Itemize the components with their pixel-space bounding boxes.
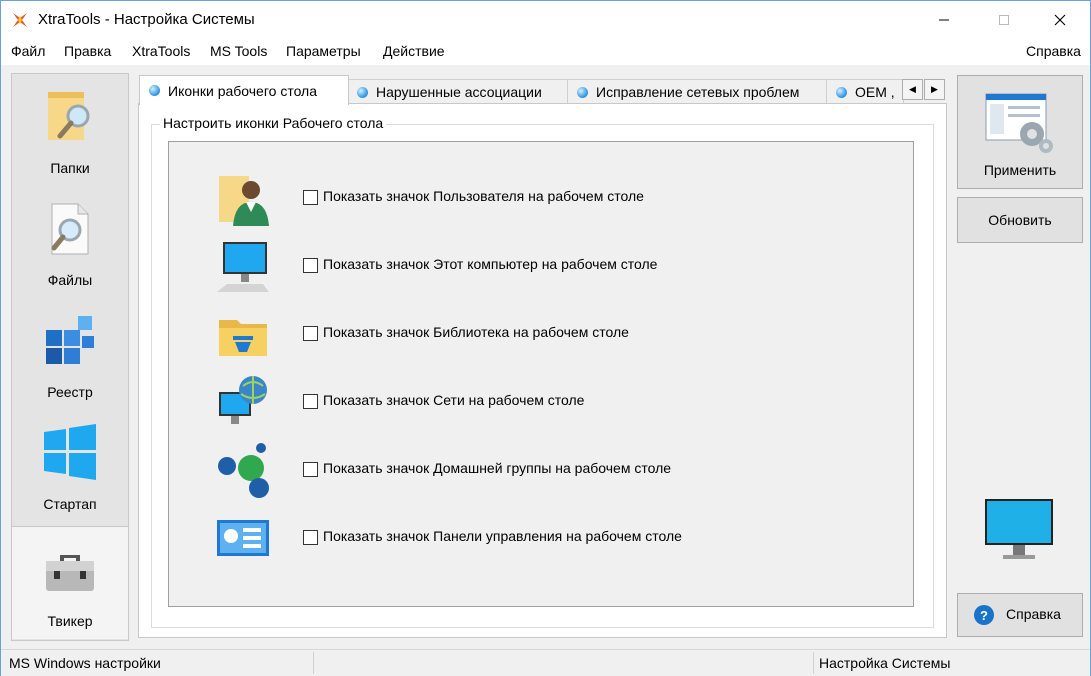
show-computer-icon-checkbox[interactable]	[303, 258, 318, 273]
option-row-library: Показать значок Библиотека на рабочем ст…	[169, 306, 913, 366]
tab-desktop-icons[interactable]: Иконки рабочего стола	[139, 75, 349, 105]
status-separator	[313, 652, 314, 674]
minimize-icon	[939, 19, 949, 21]
library-folder-icon	[219, 320, 267, 356]
arrow-right-icon: ▶	[931, 84, 938, 94]
monitor-icon	[985, 499, 1053, 559]
refresh-label: Обновить	[988, 212, 1052, 228]
option-label: Показать значок Домашней группы на рабоч…	[323, 460, 672, 476]
options-list: Показать значок Пользователя на рабочем …	[168, 141, 914, 607]
group-title: Настроить иконки Рабочего стола	[160, 115, 387, 131]
menu-ms-tools[interactable]: MS Tools	[210, 43, 267, 59]
settings-window-icon	[985, 93, 1053, 153]
menu-file[interactable]: Файл	[11, 43, 45, 59]
option-row-user: Показать значок Пользователя на рабочем …	[169, 170, 913, 230]
option-label: Показать значок Панели управления на раб…	[323, 528, 682, 544]
user-folder-icon	[219, 176, 269, 226]
show-user-icon-checkbox[interactable]	[303, 190, 318, 205]
file-search-icon	[51, 203, 89, 255]
tab-bullet-icon	[149, 85, 160, 96]
close-icon	[1054, 14, 1066, 26]
sidebar-item-label: Реестр	[47, 384, 93, 400]
tab-label: Нарушенные ассоциации	[376, 84, 542, 100]
window-title: XtraTools - Настройка Системы	[38, 11, 255, 28]
sidebar-item-startup[interactable]: Стартап	[12, 410, 128, 522]
apply-label: Применить	[983, 162, 1057, 178]
option-label: Показать значок Этот компьютер на рабоче…	[323, 256, 658, 272]
folder-search-icon	[48, 92, 90, 140]
status-separator	[813, 652, 814, 674]
toolbox-icon	[46, 555, 94, 591]
help-button[interactable]: ? Справка	[957, 593, 1083, 637]
windows-logo-icon	[44, 424, 96, 480]
option-row-control-panel: Показать значок Панели управления на раб…	[169, 510, 913, 570]
sidebar-item-tweaker[interactable]: Твикер	[12, 526, 128, 639]
computer-icon	[217, 242, 269, 292]
status-right: Настройка Системы	[819, 655, 951, 671]
tab-broken-associations[interactable]: Нарушенные ассоциации	[347, 79, 569, 104]
network-globe-icon	[219, 376, 267, 424]
show-library-icon-checkbox[interactable]	[303, 326, 318, 341]
sidebar-item-files[interactable]: Файлы	[12, 186, 128, 298]
refresh-button[interactable]: Обновить	[957, 197, 1083, 243]
tab-panel: Настроить иконки Рабочего стола Показать…	[138, 103, 947, 638]
tab-label: Исправление сетевых проблем	[596, 84, 800, 100]
desktop-icons-group: Настроить иконки Рабочего стола Показать…	[151, 115, 934, 628]
option-label: Показать значок Сети на рабочем столе	[323, 392, 585, 408]
option-row-network: Показать значок Сети на рабочем столе	[169, 374, 913, 434]
show-network-icon-checkbox[interactable]	[303, 394, 318, 409]
tab-scroll-left-button[interactable]: ◀	[902, 79, 923, 100]
close-button[interactable]	[1037, 1, 1083, 39]
tab-strip: Иконки рабочего стола Нарушенные ассоциа…	[139, 75, 945, 105]
tab-bullet-icon	[357, 86, 368, 98]
registry-cubes-icon	[46, 316, 94, 364]
menu-bar: Файл Правка XtraTools MS Tools Параметры…	[1, 39, 1090, 65]
menu-xtratools[interactable]: XtraTools	[132, 43, 190, 59]
show-control-panel-icon-checkbox[interactable]	[303, 530, 318, 545]
show-homegroup-icon-checkbox[interactable]	[303, 462, 318, 477]
sidebar: Папки Файлы Реестр Стартап Твикер	[11, 73, 129, 641]
menu-action[interactable]: Действие	[383, 43, 445, 59]
app-window: XtraTools - Настройка Системы Файл Правк…	[0, 0, 1091, 676]
tab-bullet-icon	[577, 86, 588, 98]
maximize-button[interactable]	[981, 1, 1027, 39]
help-label: Справка	[1006, 606, 1061, 622]
tab-label: OEM ,	[855, 84, 895, 100]
status-bar: MS Windows настройки Настройка Системы	[1, 649, 1090, 676]
apply-button[interactable]: Применить	[957, 75, 1083, 189]
option-label: Показать значок Библиотека на рабочем ст…	[323, 324, 629, 340]
title-bar[interactable]: XtraTools - Настройка Системы	[1, 1, 1090, 39]
control-panel-icon	[217, 520, 269, 556]
maximize-icon	[999, 15, 1009, 25]
xtratools-logo-icon	[13, 13, 27, 27]
sidebar-item-label: Стартап	[43, 496, 97, 512]
sidebar-item-registry[interactable]: Реестр	[12, 298, 128, 410]
option-label: Показать значок Пользователя на рабочем …	[323, 188, 644, 204]
tab-label: Иконки рабочего стола	[168, 82, 318, 99]
sidebar-item-folders[interactable]: Папки	[12, 74, 128, 186]
status-left: MS Windows настройки	[9, 655, 161, 671]
tab-oem[interactable]: OEM ,	[826, 79, 904, 104]
sidebar-item-label: Твикер	[47, 613, 93, 629]
menu-help[interactable]: Справка	[1026, 43, 1081, 59]
option-row-computer: Показать значок Этот компьютер на рабоче…	[169, 238, 913, 298]
homegroup-icon	[218, 443, 269, 498]
menu-parameters[interactable]: Параметры	[286, 43, 361, 59]
question-icon: ?	[974, 605, 994, 625]
option-row-homegroup: Показать значок Домашней группы на рабоч…	[169, 442, 913, 502]
minimize-button[interactable]	[921, 1, 967, 39]
menu-edit[interactable]: Правка	[64, 43, 111, 59]
arrow-left-icon: ◀	[909, 84, 916, 94]
tab-bullet-icon	[836, 86, 847, 98]
sidebar-item-label: Папки	[50, 160, 90, 176]
sidebar-item-label: Файлы	[47, 272, 93, 288]
tab-scroll-right-button[interactable]: ▶	[924, 79, 945, 100]
tab-network-fix[interactable]: Исправление сетевых проблем	[567, 79, 828, 104]
